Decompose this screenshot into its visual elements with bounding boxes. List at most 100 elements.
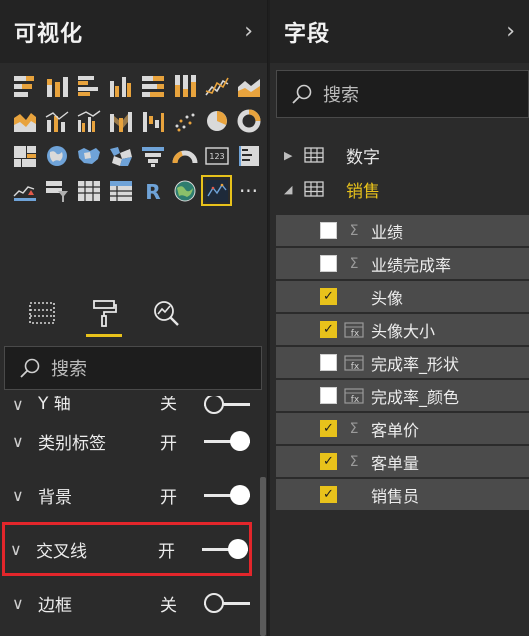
fields-search-input[interactable]: 搜索	[276, 70, 529, 118]
paint-roller-icon	[93, 300, 117, 327]
checkbox-checked[interactable]: ✓	[320, 486, 337, 503]
field-item[interactable]: ✓ fx 头像大小	[276, 314, 529, 345]
format-tab[interactable]	[84, 293, 124, 337]
checkbox-checked[interactable]: ✓	[320, 288, 337, 305]
scatter-icon[interactable]	[170, 106, 199, 135]
field-item[interactable]: fx 完成率_颜色	[276, 380, 529, 411]
checkbox-checked[interactable]: ✓	[320, 321, 337, 338]
table-node[interactable]: ▶ 数字	[270, 138, 529, 172]
format-section-row[interactable]: ∨ 类别标签 开	[0, 414, 258, 468]
format-section-name: Y 轴	[38, 396, 71, 414]
table-icon	[77, 180, 100, 201]
stacked-area-icon[interactable]	[10, 106, 39, 135]
analytics-tab[interactable]	[146, 293, 186, 333]
fields-tree: ▶ 数字 ◢ 销售	[270, 138, 529, 206]
waterfall-icon[interactable]	[138, 106, 167, 135]
donut-chart-icon[interactable]	[234, 106, 263, 135]
visualizations-header: 可视化 ›	[0, 0, 267, 63]
treemap-icon[interactable]	[10, 141, 39, 170]
format-section-row[interactable]: ∨ 边框 关	[0, 576, 258, 630]
checkbox-unchecked[interactable]	[320, 387, 337, 404]
pie-chart-icon[interactable]	[202, 106, 231, 135]
funnel-icon[interactable]	[138, 141, 167, 170]
gauge-icon[interactable]	[170, 141, 199, 170]
checkbox-unchecked[interactable]	[320, 255, 337, 272]
filled-map-icon[interactable]	[74, 141, 103, 170]
stacked-column-icon	[46, 76, 68, 97]
format-section-row[interactable]: ∨ 交叉线 开	[2, 522, 252, 576]
multirow-card-icon[interactable]	[234, 141, 263, 170]
map-icon[interactable]	[42, 141, 71, 170]
card-icon[interactable]: 123	[202, 141, 231, 170]
matrix-icon[interactable]	[106, 176, 135, 205]
checkbox-unchecked[interactable]	[320, 354, 337, 371]
checkbox-checked[interactable]: ✓	[320, 453, 337, 470]
ribbon-chart-icon[interactable]	[106, 106, 135, 135]
toggle-switch[interactable]	[202, 539, 248, 559]
matrix-icon	[109, 180, 132, 201]
format-scrollbar[interactable]	[260, 477, 266, 636]
table-icon	[304, 181, 324, 197]
stacked-bar-icon[interactable]	[10, 71, 39, 100]
search-icon	[20, 358, 40, 378]
toggle-state-label: 开	[158, 541, 175, 562]
line-clustered-column-icon[interactable]	[74, 106, 103, 135]
stacked-bar-icon	[13, 75, 34, 97]
100-stacked-column-icon[interactable]	[170, 71, 199, 100]
100-stacked-column-icon	[174, 74, 196, 97]
line-chart-icon[interactable]	[202, 71, 231, 100]
stacked-column-icon[interactable]	[42, 71, 71, 100]
clustered-bar-icon[interactable]	[74, 71, 103, 100]
chevron-down-icon[interactable]: ∨	[12, 396, 38, 414]
clustered-column-icon[interactable]	[106, 71, 135, 100]
format-section-row[interactable]: ∨ 背景 开	[0, 468, 258, 522]
visualizations-search-input[interactable]: 搜索	[4, 346, 262, 390]
search-placeholder: 搜索	[51, 359, 87, 380]
custom-visual-icon[interactable]	[201, 175, 232, 206]
checkbox-unchecked[interactable]	[320, 222, 337, 239]
toggle-switch[interactable]	[204, 593, 250, 613]
field-item[interactable]: ✓ Σ 客单量	[276, 446, 529, 477]
field-name: 客单量	[371, 453, 420, 473]
field-item[interactable]: ✓ 销售员	[276, 479, 529, 510]
globe-icon[interactable]	[170, 176, 199, 205]
shape-map-icon	[109, 146, 132, 166]
visual-gallery: 123 R ···	[0, 63, 267, 206]
area-chart-icon[interactable]	[234, 71, 263, 100]
checkbox-checked[interactable]: ✓	[320, 420, 337, 437]
expanded-triangle-icon[interactable]: ◢	[284, 183, 294, 196]
toggle-switch[interactable]	[204, 431, 250, 451]
collapsed-triangle-icon[interactable]: ▶	[284, 149, 294, 162]
kpi-icon[interactable]	[10, 176, 39, 205]
toggle-switch[interactable]	[204, 396, 250, 414]
shape-map-icon[interactable]	[106, 141, 135, 170]
chevron-down-icon[interactable]: ∨	[12, 594, 38, 613]
field-item[interactable]: ✓ 头像	[276, 281, 529, 312]
svg-text:fx: fx	[351, 329, 360, 338]
field-item[interactable]: fx 完成率_形状	[276, 347, 529, 378]
toggle-knob	[228, 539, 248, 559]
table-node[interactable]: ◢ 销售	[270, 172, 529, 206]
toggle-knob	[204, 593, 224, 613]
more-visuals-icon[interactable]: ···	[234, 176, 263, 205]
chevron-right-icon[interactable]: ›	[244, 19, 253, 44]
field-item[interactable]: Σ 业绩完成率	[276, 248, 529, 279]
fields-well-tab[interactable]	[22, 293, 62, 333]
field-item[interactable]: Σ 业绩	[276, 215, 529, 246]
chevron-down-icon[interactable]: ∨	[12, 432, 38, 451]
clustered-column-icon	[109, 76, 131, 97]
slicer-icon[interactable]	[42, 176, 71, 205]
chevron-down-icon[interactable]: ∨	[10, 540, 36, 559]
toggle-knob	[230, 431, 250, 451]
chevron-down-icon[interactable]: ∨	[12, 486, 38, 505]
100-stacked-bar-icon[interactable]	[138, 71, 167, 100]
chevron-right-icon[interactable]: ›	[506, 19, 515, 44]
field-item[interactable]: ✓ Σ 客单价	[276, 413, 529, 444]
format-section-row[interactable]: ∨ Y 轴 关	[0, 396, 258, 414]
table-icon[interactable]	[74, 176, 103, 205]
table-name: 销售	[346, 181, 380, 202]
line-chart-icon	[204, 77, 229, 95]
r-visual-icon[interactable]: R	[138, 176, 167, 205]
line-column-icon[interactable]	[42, 106, 71, 135]
toggle-switch[interactable]	[204, 485, 250, 505]
